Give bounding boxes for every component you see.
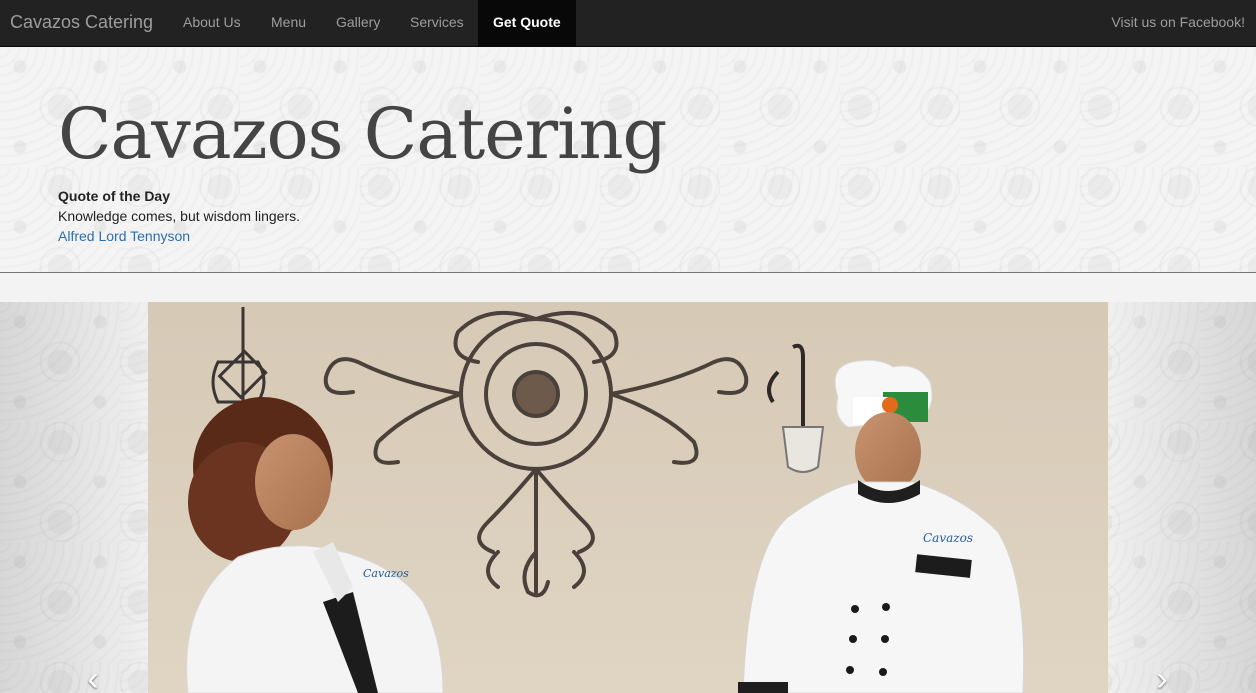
quote-author-link[interactable]: Alfred Lord Tennyson	[58, 228, 190, 244]
svg-text:Cavazos: Cavazos	[363, 567, 409, 580]
svg-text:Cavazos: Cavazos	[923, 531, 973, 545]
nav-menu[interactable]: Menu	[271, 0, 306, 47]
nav-gallery[interactable]: Gallery	[336, 0, 380, 47]
navbar-brand[interactable]: Cavazos Catering	[10, 0, 153, 47]
nav-about-us[interactable]: About Us	[183, 0, 241, 47]
top-navbar: Cavazos Catering About Us Menu Gallery S…	[0, 0, 1256, 47]
header-divider	[0, 272, 1256, 273]
carousel-prev-button[interactable]: ‹	[78, 662, 108, 693]
page-header: Cavazos Catering Quote of the Day Knowle…	[0, 47, 1256, 273]
chevron-left-icon: ‹	[87, 660, 99, 693]
facebook-link[interactable]: Visit us on Facebook!	[1111, 0, 1245, 47]
carousel-slide-image: Cavazos Cavazos	[148, 302, 1108, 693]
nav-get-quote[interactable]: Get Quote	[478, 0, 576, 47]
quote-heading: Quote of the Day	[58, 188, 171, 204]
quote-text: Knowledge comes, but wisdom lingers.	[58, 208, 301, 224]
chevron-right-icon: ›	[1156, 660, 1168, 693]
nav-services[interactable]: Services	[410, 0, 464, 47]
carousel-left-shade	[0, 302, 148, 693]
carousel-right-shade	[1108, 302, 1256, 693]
carousel-next-button[interactable]: ›	[1147, 662, 1177, 693]
photo-carousel: Cavazos Cavazos ‹ ›	[0, 302, 1256, 693]
page-title: Cavazos Catering	[58, 93, 667, 175]
